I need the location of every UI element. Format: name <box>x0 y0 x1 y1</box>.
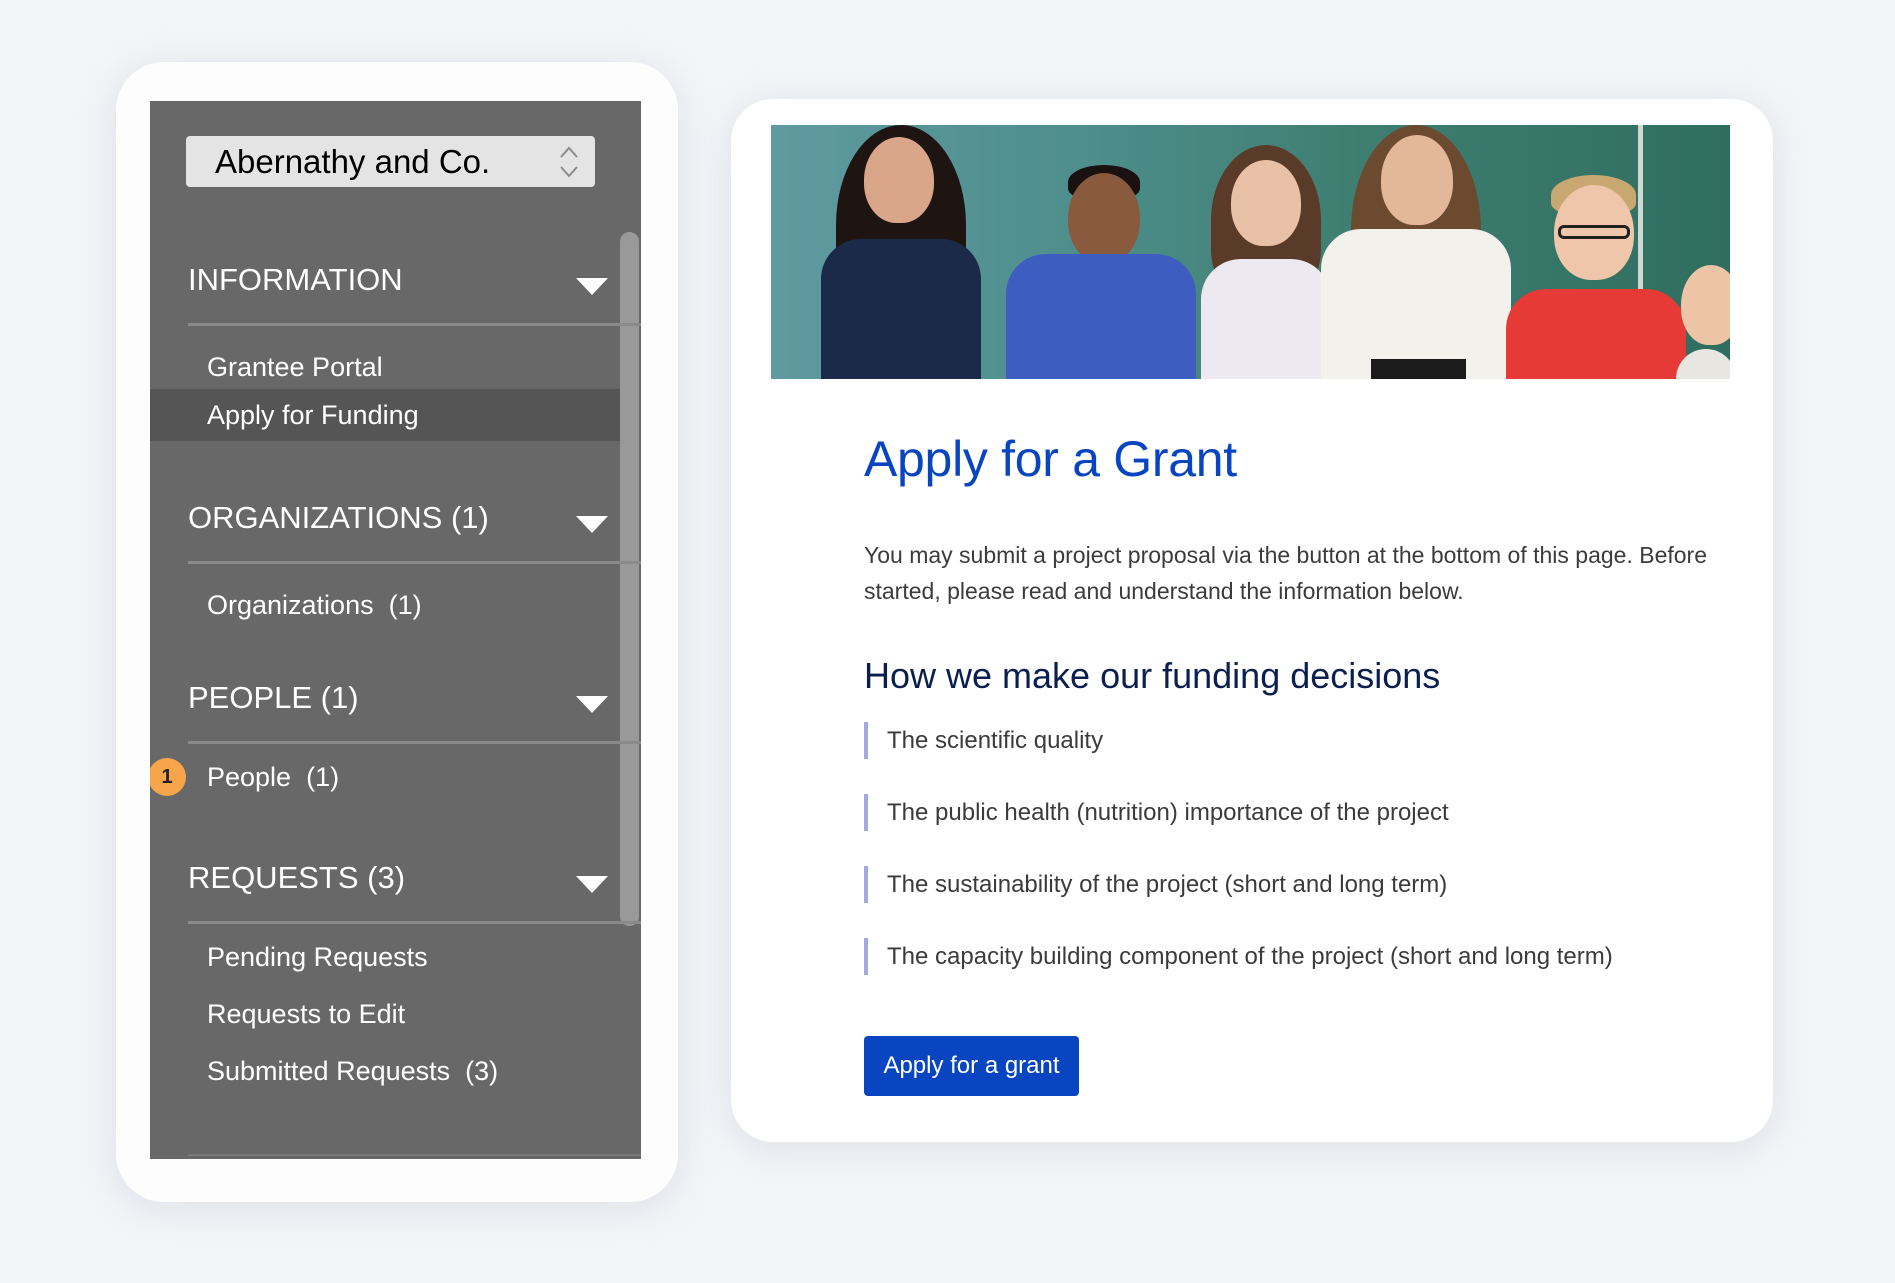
chevron-down-icon <box>576 516 608 533</box>
section-divider <box>188 741 641 744</box>
criteria-item: The sustainability of the project (short… <box>864 866 1447 903</box>
criteria-item: The public health (nutrition) importance… <box>864 794 1449 831</box>
intro-line: You may submit a project proposal via th… <box>864 542 1707 568</box>
intro-line: started, please read and understand the … <box>864 578 1464 604</box>
sidebar-item-label: Submitted Requests (3) <box>207 1055 499 1086</box>
sidebar-item-label: Grantee Portal <box>207 351 383 382</box>
person-figure <box>1676 125 1730 379</box>
sidebar-item-label: People (1) <box>207 761 340 792</box>
person-figure <box>816 125 986 379</box>
sidebar-item-grantee-portal[interactable]: Grantee Portal <box>150 341 620 393</box>
section-header-information[interactable]: INFORMATION <box>188 256 620 316</box>
section-heading: How we make our funding decisions <box>864 655 1441 696</box>
criteria-item: The scientific quality <box>864 722 1103 759</box>
sidebar-item-apply-for-funding[interactable]: Apply for Funding <box>150 389 620 441</box>
hero-image <box>771 125 1730 379</box>
organization-select[interactable]: Abernathy and Co. <box>186 136 595 187</box>
section-divider <box>188 921 641 924</box>
sidebar-item-label: Organizations (1) <box>207 589 422 620</box>
intro-paragraph: You may submit a project proposal via th… <box>864 537 1731 617</box>
chevron-down-icon <box>576 278 608 295</box>
person-figure <box>1201 125 1331 379</box>
section-header-requests[interactable]: REQUESTS (3) <box>188 854 620 914</box>
sidebar-scrollbar[interactable] <box>620 232 639 926</box>
section-divider <box>188 323 641 326</box>
organization-select-value: Abernathy and Co. <box>215 142 491 180</box>
person-figure <box>1006 125 1196 379</box>
section-title: REQUESTS (3) <box>188 860 406 895</box>
sidebar-item-pending-requests[interactable]: Pending Requests <box>150 931 620 983</box>
section-title: ORGANIZATIONS (1) <box>188 500 489 535</box>
sidebar-item-label: Requests to Edit <box>207 998 406 1029</box>
chevron-down-icon <box>576 696 608 713</box>
section-divider <box>188 561 641 564</box>
sidebar-item-submitted-requests[interactable]: Submitted Requests (3) <box>150 1045 620 1097</box>
sidebar: Abernathy and Co. INFORMATION Grantee Po… <box>150 101 641 1159</box>
sidebar-item-label: Pending Requests <box>207 941 428 972</box>
page-title: Apply for a Grant <box>864 431 1237 487</box>
chevron-down-icon <box>576 876 608 893</box>
sidebar-item-requests-to-edit[interactable]: Requests to Edit <box>150 988 620 1040</box>
section-header-people[interactable]: PEOPLE (1) <box>188 674 620 734</box>
up-down-chevron-icon <box>560 146 578 178</box>
section-divider <box>188 1154 641 1156</box>
person-figure <box>1321 125 1511 379</box>
sidebar-item-people[interactable]: People (1) <box>150 751 620 803</box>
criteria-item: The capacity building component of the p… <box>864 938 1613 975</box>
section-header-organizations[interactable]: ORGANIZATIONS (1) <box>188 494 620 554</box>
apply-for-grant-button[interactable]: Apply for a grant <box>864 1036 1079 1096</box>
sidebar-item-label: Apply for Funding <box>207 399 419 430</box>
section-title: INFORMATION <box>188 262 403 297</box>
section-title: PEOPLE (1) <box>188 680 359 715</box>
person-figure <box>1506 125 1686 379</box>
sidebar-item-organizations[interactable]: Organizations (1) <box>150 579 620 631</box>
